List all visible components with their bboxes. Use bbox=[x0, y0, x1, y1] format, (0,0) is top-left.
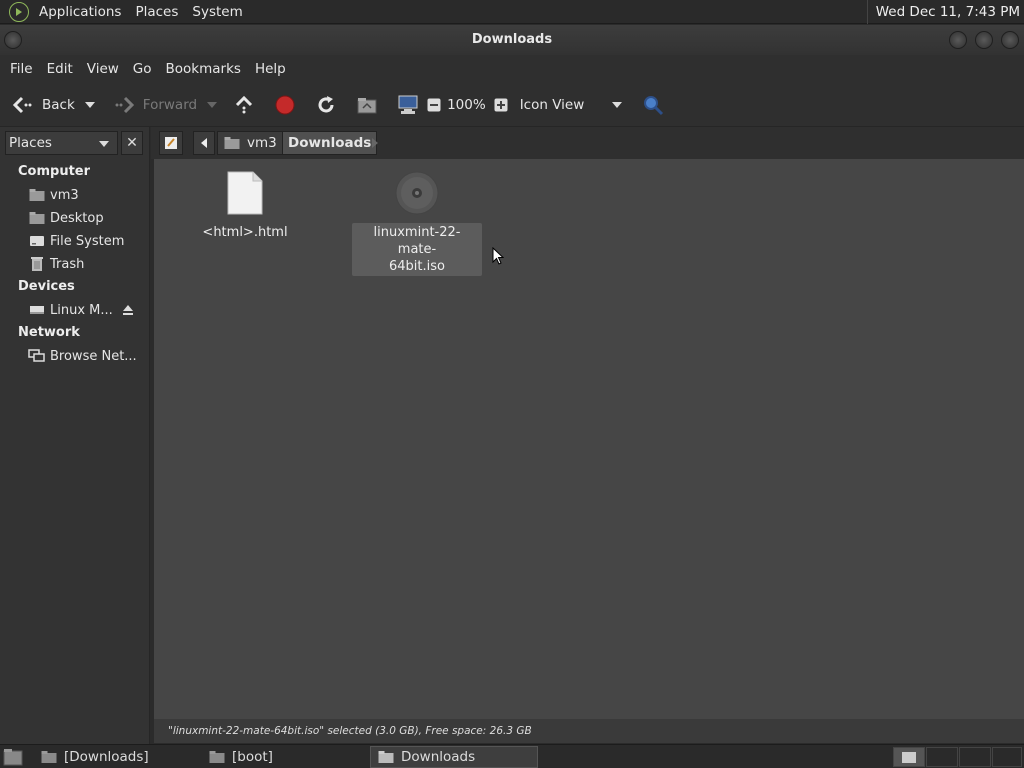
status-bar: "linuxmint-22-mate-64bit.iso" selected (… bbox=[154, 719, 1024, 743]
toggle-location-entry-button[interactable] bbox=[159, 131, 183, 155]
stop-icon[interactable] bbox=[272, 92, 298, 118]
menu-go[interactable]: Go bbox=[126, 55, 159, 83]
file-item[interactable]: <html>.html bbox=[180, 171, 310, 242]
workspace-1[interactable] bbox=[893, 747, 925, 767]
side-pane-selector-label: Places bbox=[9, 135, 52, 151]
forward-button[interactable]: Forward bbox=[107, 88, 201, 122]
back-arrow-icon bbox=[10, 92, 36, 118]
system-menu[interactable]: System bbox=[185, 0, 249, 24]
sidebar-item-desktop[interactable]: Desktop bbox=[28, 207, 143, 229]
sidebar-item-trash[interactable]: Trash bbox=[28, 253, 143, 275]
breadcrumb-vm3[interactable]: vm3 bbox=[217, 131, 283, 155]
sidebar-item-linux-mint[interactable]: Linux M... bbox=[28, 299, 120, 321]
trash-icon bbox=[28, 255, 46, 273]
back-history-dropdown[interactable] bbox=[84, 101, 95, 108]
forward-label: Forward bbox=[142, 96, 198, 113]
section-network: Network bbox=[18, 325, 80, 340]
taskbar-item-downloads-minimized[interactable]: [Downloads] bbox=[34, 746, 199, 768]
minimize-icon[interactable] bbox=[949, 31, 967, 49]
folder-icon bbox=[40, 748, 58, 766]
file-item-selected[interactable]: linuxmint-22-mate- 64bit.iso bbox=[352, 171, 482, 276]
section-computer: Computer bbox=[18, 164, 91, 179]
breadcrumb-left-arrow[interactable] bbox=[193, 131, 215, 155]
menu-help[interactable]: Help bbox=[248, 55, 293, 83]
workspace-3[interactable] bbox=[959, 747, 991, 767]
workspace-4[interactable] bbox=[992, 747, 1022, 767]
home-folder-icon bbox=[28, 186, 46, 204]
section-devices: Devices bbox=[18, 279, 75, 294]
view-mode-dropdown-icon bbox=[611, 101, 622, 108]
toolbar: Back Forward 100% Icon View bbox=[0, 83, 1024, 127]
file-icon-view[interactable]: <html>.html linuxmint-22-mate- 64bit.iso bbox=[154, 159, 1024, 719]
folder-icon bbox=[208, 748, 226, 766]
menu-file[interactable]: File bbox=[3, 55, 40, 83]
location-bar: vm3 Downloads bbox=[151, 127, 1024, 159]
file-name: <html>.html bbox=[202, 225, 288, 240]
drive-icon bbox=[28, 232, 46, 250]
forward-history-dropdown[interactable] bbox=[207, 101, 218, 108]
forward-arrow-icon bbox=[111, 92, 137, 118]
sidebar-item-vm3[interactable]: vm3 bbox=[28, 184, 143, 206]
window-title: Downloads bbox=[471, 32, 553, 47]
menu-edit[interactable]: Edit bbox=[40, 55, 80, 83]
mouse-cursor-icon bbox=[492, 246, 505, 269]
taskbar-item-downloads-active[interactable]: Downloads bbox=[370, 746, 538, 768]
side-pane-selector-dropdown-icon bbox=[99, 141, 109, 147]
network-icon bbox=[28, 347, 46, 365]
sidebar-item-browse-network[interactable]: Browse Net... bbox=[28, 345, 143, 367]
show-desktop-icon[interactable] bbox=[3, 748, 23, 768]
disc-image-icon bbox=[395, 171, 439, 219]
taskbar-item-boot[interactable]: [boot] bbox=[202, 746, 367, 768]
mint-menu-icon[interactable] bbox=[9, 1, 29, 22]
desktop-folder-icon bbox=[28, 209, 46, 227]
bottom-panel: [Downloads] [boot] Downloads bbox=[0, 744, 1024, 768]
breadcrumb-right-arrow[interactable] bbox=[371, 137, 379, 152]
window-titlebar[interactable]: Downloads bbox=[0, 25, 1024, 55]
html-file-icon bbox=[227, 171, 263, 219]
menu-bookmarks[interactable]: Bookmarks bbox=[159, 55, 248, 83]
side-pane: Places ✕ Computer vm3 Desktop File Syste… bbox=[0, 127, 150, 744]
computer-icon[interactable] bbox=[395, 92, 421, 118]
side-pane-selector[interactable]: Places bbox=[5, 131, 118, 155]
eject-icon[interactable] bbox=[121, 303, 135, 321]
optical-drive-icon bbox=[28, 301, 46, 319]
view-mode-label: Icon View bbox=[519, 96, 585, 113]
clock[interactable]: Wed Dec 11, 7:43 PM bbox=[866, 0, 1020, 24]
zoom-in-icon[interactable] bbox=[492, 92, 510, 118]
close-icon[interactable] bbox=[1001, 31, 1019, 49]
back-label: Back bbox=[42, 96, 75, 113]
zoom-level[interactable]: 100% bbox=[447, 97, 486, 113]
side-pane-close-button[interactable]: ✕ bbox=[121, 131, 143, 155]
home-folder-icon[interactable] bbox=[354, 92, 380, 118]
search-icon[interactable] bbox=[640, 92, 666, 118]
folder-icon bbox=[377, 748, 395, 766]
applications-menu[interactable]: Applications bbox=[32, 0, 128, 24]
maximize-icon[interactable] bbox=[975, 31, 993, 49]
top-panel: Applications Places System Wed Dec 11, 7… bbox=[0, 0, 1024, 24]
workspace-2[interactable] bbox=[926, 747, 958, 767]
up-icon[interactable] bbox=[231, 92, 257, 118]
back-button[interactable]: Back bbox=[6, 88, 79, 122]
window-menu-icon[interactable] bbox=[4, 31, 22, 49]
reload-icon[interactable] bbox=[313, 92, 339, 118]
breadcrumb-downloads[interactable]: Downloads bbox=[282, 131, 378, 155]
places-menu[interactable]: Places bbox=[128, 0, 185, 24]
view-mode-select[interactable]: Icon View bbox=[516, 88, 628, 122]
home-folder-icon bbox=[223, 134, 241, 152]
zoom-out-icon[interactable] bbox=[425, 92, 443, 118]
menubar: File Edit View Go Bookmarks Help bbox=[0, 55, 1024, 83]
menu-view[interactable]: View bbox=[80, 55, 126, 83]
sidebar-item-file-system[interactable]: File System bbox=[28, 230, 143, 252]
file-name: linuxmint-22-mate- 64bit.iso bbox=[352, 223, 482, 276]
